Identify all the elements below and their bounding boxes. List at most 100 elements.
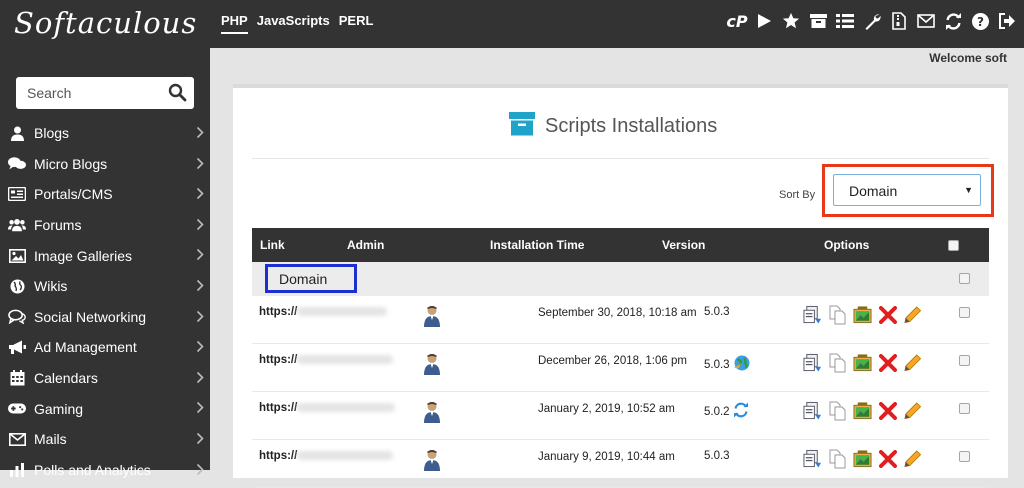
group-checkbox[interactable]	[959, 273, 970, 284]
backup-icon[interactable]	[803, 401, 822, 421]
row-options	[803, 401, 922, 421]
file-zip-icon[interactable]	[890, 11, 908, 31]
sidebar-item-ad-management[interactable]: Ad Management	[0, 332, 210, 363]
chevron-right-icon	[196, 401, 204, 417]
installation-link[interactable]: https://	[259, 306, 388, 318]
edit-pencil-icon[interactable]	[903, 305, 922, 325]
sidebar-item-label: Wikis	[34, 278, 68, 295]
sidebar-item-portals-cms[interactable]: Portals/CMS	[0, 179, 210, 210]
language-tabs: PHP JavaScripts PERL	[221, 13, 373, 34]
sidebar-item-calendars[interactable]: Calendars	[0, 363, 210, 394]
column-version: Version	[662, 238, 706, 252]
comments-icon	[8, 156, 26, 171]
sidebar-item-wikis[interactable]: Wikis	[0, 271, 210, 302]
logo[interactable]: Softaculous	[14, 6, 197, 40]
list-icon[interactable]	[836, 11, 854, 31]
select-all-checkbox[interactable]	[948, 240, 959, 251]
sidebar-item-label: Image Galleries	[34, 247, 133, 264]
play-icon[interactable]	[755, 11, 773, 31]
admin-user-icon[interactable]	[424, 401, 440, 426]
chat-icon	[8, 309, 26, 325]
admin-user-icon[interactable]	[424, 305, 440, 330]
search-icon[interactable]	[168, 83, 187, 107]
row-options	[803, 353, 922, 373]
cpanel-icon[interactable]: cP	[726, 11, 747, 31]
tab-javascripts[interactable]: JavaScripts	[257, 13, 330, 34]
installation-link[interactable]: https://	[259, 354, 394, 366]
row-checkbox[interactable]	[959, 355, 970, 366]
wrench-icon[interactable]	[863, 11, 881, 31]
clone-icon[interactable]	[828, 353, 847, 373]
remove-icon[interactable]	[878, 449, 897, 469]
admin-user-icon[interactable]	[424, 353, 440, 378]
image-icon	[8, 248, 26, 263]
remove-icon[interactable]	[878, 401, 897, 421]
upgrade-globe-icon[interactable]	[733, 354, 751, 375]
sidebar-item-blogs[interactable]: Blogs	[0, 118, 210, 149]
sidebar-item-micro-blogs[interactable]: Micro Blogs	[0, 149, 210, 180]
clone-icon[interactable]	[828, 449, 847, 469]
staging-icon[interactable]	[853, 305, 872, 325]
sidebar-item-label: Social Networking	[34, 308, 147, 325]
sidebar-item-social-networking[interactable]: Social Networking	[0, 302, 210, 333]
table-row: https:// September 30, 2018, 10:18 am 5.…	[252, 296, 989, 344]
megaphone-icon	[8, 340, 26, 355]
chevron-right-icon	[196, 279, 204, 295]
installation-link[interactable]: https://	[259, 450, 394, 462]
tab-perl[interactable]: PERL	[339, 13, 374, 34]
column-installation-time: Installation Time	[490, 238, 585, 252]
edit-pencil-icon[interactable]	[903, 449, 922, 469]
welcome-text: Welcome soft	[929, 51, 1007, 65]
tab-php[interactable]: PHP	[221, 13, 248, 34]
installation-link[interactable]: https://	[259, 402, 396, 414]
edit-pencil-icon[interactable]	[903, 353, 922, 373]
help-icon[interactable]: ?	[971, 11, 989, 31]
admin-user-icon[interactable]	[424, 449, 440, 474]
sidebar-item-gaming[interactable]: Gaming	[0, 393, 210, 424]
clone-icon[interactable]	[828, 401, 847, 421]
sidebar-item-image-galleries[interactable]: Image Galleries	[0, 240, 210, 271]
sidebar-item-label: Blogs	[34, 125, 70, 142]
logout-icon[interactable]	[998, 11, 1016, 31]
version: 5.0.3	[704, 306, 730, 318]
row-checkbox[interactable]	[959, 403, 970, 414]
backup-icon[interactable]	[803, 353, 822, 373]
archive-icon[interactable]	[809, 11, 827, 31]
clone-icon[interactable]	[828, 305, 847, 325]
installation-time: December 26, 2018, 1:06 pm	[538, 355, 687, 367]
globe-icon	[8, 279, 26, 294]
row-options	[803, 449, 922, 469]
staging-icon[interactable]	[853, 449, 872, 469]
remove-icon[interactable]	[878, 305, 897, 325]
row-checkbox[interactable]	[959, 307, 970, 318]
staging-icon[interactable]	[853, 353, 872, 373]
backup-icon[interactable]	[803, 305, 822, 325]
envelope-icon[interactable]	[917, 11, 935, 31]
search-input[interactable]: Search	[16, 77, 194, 109]
remove-icon[interactable]	[878, 353, 897, 373]
sidebar-item-label: Forums	[34, 217, 82, 234]
chevron-right-icon	[196, 310, 204, 326]
sort-by-label: Sort By	[779, 189, 816, 201]
row-checkbox[interactable]	[959, 451, 970, 462]
backup-icon[interactable]	[803, 449, 822, 469]
sync-icon[interactable]	[733, 402, 749, 421]
calendar-icon	[8, 370, 26, 386]
installation-time: September 30, 2018, 10:18 am	[538, 307, 697, 319]
page-title: Scripts Installations	[509, 112, 717, 141]
column-options: Options	[824, 238, 870, 252]
sidebar-item-forums[interactable]: Forums	[0, 210, 210, 241]
refresh-icon[interactable]	[944, 11, 962, 31]
staging-icon[interactable]	[853, 401, 872, 421]
column-admin: Admin	[347, 238, 385, 252]
domain-highlight-box: Domain	[265, 264, 357, 293]
version: 5.0.2	[704, 402, 749, 421]
sort-by-select[interactable]: Domain ▼	[833, 174, 981, 206]
sidebar-item-mails[interactable]: Mails	[0, 424, 210, 455]
sidebar-item-label: Micro Blogs	[34, 155, 108, 172]
sort-highlight-box: Domain ▼	[822, 164, 994, 217]
star-icon[interactable]	[782, 11, 800, 31]
edit-pencil-icon[interactable]	[903, 401, 922, 421]
divider	[252, 158, 989, 159]
newspaper-icon	[8, 187, 26, 202]
